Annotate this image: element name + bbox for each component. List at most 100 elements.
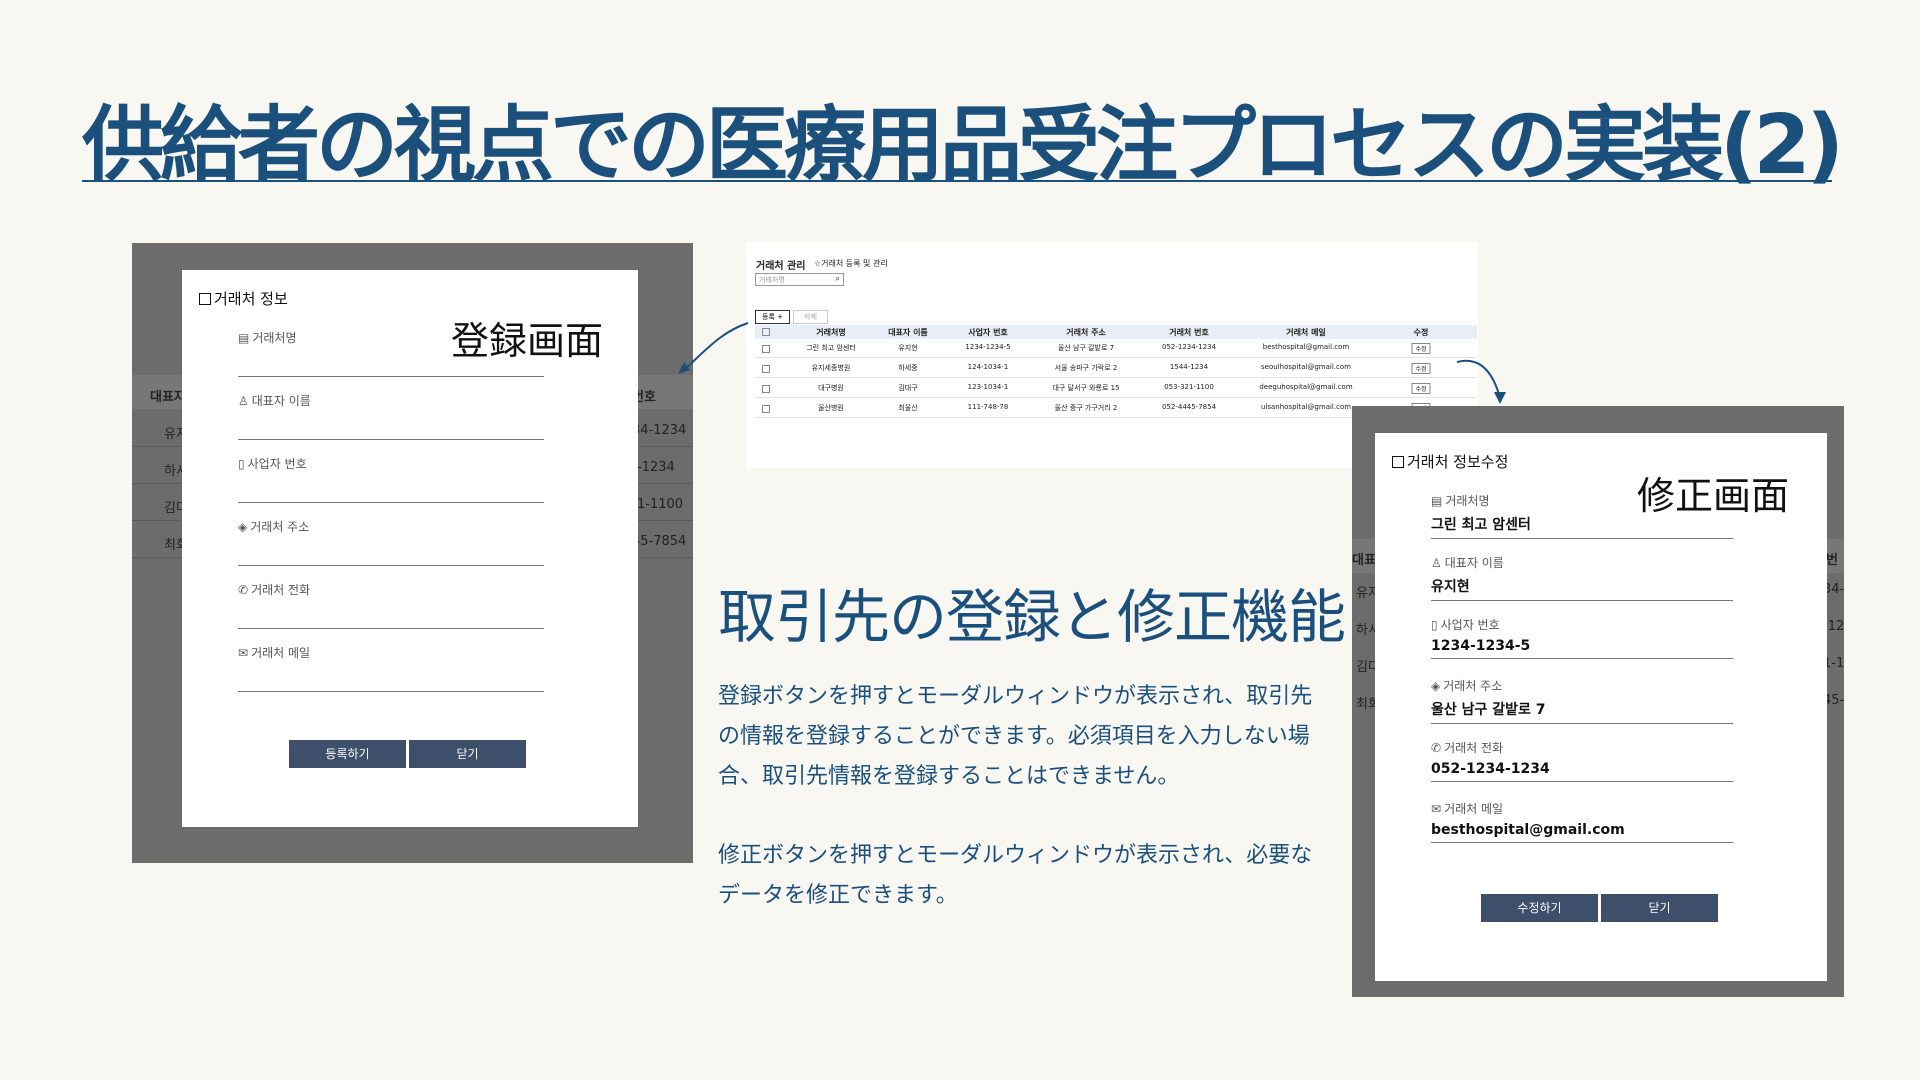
field-underline [1431, 842, 1733, 843]
field-underline [238, 691, 544, 692]
behind-row-right: 1-1100 [637, 497, 684, 512]
field-business-number[interactable]: ▯ 사업자 번호 1234-1234-5 [1431, 616, 1733, 659]
table-cell: 최울산 [898, 404, 918, 412]
register-modal-backdrop: 대표자 번호 유지 하시 김다 최회 34-1234 -1234 1-1100 … [132, 243, 693, 863]
table-cell: 울산 중구 가구거리 2 [1054, 404, 1118, 412]
map-icon: ◈ [1431, 679, 1441, 693]
square-icon [1392, 456, 1404, 468]
field-label: 거래처 메일 [251, 646, 311, 660]
field-address[interactable]: ◈ 거래처 주소 울산 남구 갈밭로 7 [1431, 677, 1733, 724]
field-underline [238, 628, 544, 629]
field-underline [1431, 658, 1733, 659]
table-cell: 그린 최고 암센터 [806, 344, 856, 352]
field-underline [1431, 781, 1733, 782]
table-cell: 서울 송파구 가락로 2 [1054, 364, 1118, 372]
row-divider [755, 357, 1477, 358]
table-cell: ulsanhospital@gmail.com [1260, 403, 1352, 411]
field-ceo-name[interactable]: ♙ 대표자 이름 [238, 392, 544, 440]
field-value: 052-1234-1234 [1431, 761, 1550, 777]
table-cell: 유지현 [898, 344, 918, 352]
field-underline [238, 439, 544, 440]
edit-modal: 거래처 정보수정 修正画面 ▤ 거래처명 그린 최고 암센터 ♙ 대표자 이름 유지… [1375, 433, 1827, 981]
field-business-number[interactable]: ▯ 사업자 번호 [238, 455, 544, 503]
building-icon: ▤ [1431, 494, 1443, 508]
mail-icon: ✉ [1431, 802, 1442, 816]
table-cell: deeguhospital@gmail.com [1259, 383, 1353, 391]
behind-header-left: 대표자 [150, 390, 186, 405]
field-label: 대표자 이름 [251, 394, 311, 408]
field-label: 거래처명 [252, 331, 297, 345]
field-value: 유지현 [1431, 579, 1470, 595]
field-label: 거래처 주소 [1443, 679, 1503, 693]
field-underline [238, 565, 544, 566]
edit-modal-title: 거래처 정보수정 [1392, 451, 1508, 472]
document-icon: ▯ [238, 457, 245, 471]
column-header: 거래처 번호 [1169, 328, 1209, 337]
field-company-name[interactable]: ▤ 거래처명 그린 최고 암센터 [1431, 492, 1733, 539]
edit-modal-title-text: 거래처 정보수정 [1407, 453, 1509, 471]
field-address[interactable]: ◈ 거래처 주소 [238, 518, 544, 566]
field-label: 거래처 주소 [250, 520, 310, 534]
table-cell: 대구병원 [818, 384, 844, 392]
field-email[interactable]: ✉ 거래처 메일 [238, 644, 544, 692]
field-value: 그린 최고 암센터 [1431, 517, 1531, 533]
table-cell: 052-4445-7854 [1161, 403, 1217, 411]
field-company-name[interactable]: ▤ 거래처명 [238, 329, 544, 377]
arrow-to-register-icon [678, 322, 749, 374]
behind-row-right: 45-7854 [632, 534, 687, 549]
field-underline [1431, 600, 1733, 601]
mail-icon: ✉ [238, 646, 249, 660]
table-cell: 052-1234-1234 [1161, 343, 1217, 351]
row-edit-button[interactable]: 수정 [1411, 343, 1431, 354]
table-cell: 유지세종병원 [811, 364, 851, 372]
field-label: 대표자 이름 [1444, 556, 1504, 570]
field-underline [238, 376, 544, 377]
phone-icon: ✆ [238, 583, 249, 597]
field-underline [1431, 723, 1733, 724]
field-label: 거래처 전화 [251, 583, 311, 597]
field-phone[interactable]: ✆ 거래처 전화 [238, 581, 544, 629]
field-phone[interactable]: ✆ 거래처 전화 052-1234-1234 [1431, 739, 1733, 782]
column-header: 대표자 이름 [888, 328, 928, 337]
register-modal-title: 거래처 정보 [199, 288, 288, 309]
row-divider [755, 377, 1477, 378]
table-cell: seoulhospital@gmail.com [1261, 363, 1351, 371]
row-divider [755, 397, 1477, 398]
row-edit-button[interactable]: 수정 [1411, 383, 1431, 394]
column-header: 사업자 번호 [968, 328, 1008, 337]
row-checkbox[interactable] [762, 405, 770, 413]
table-cell: 1544-1234 [1169, 363, 1209, 371]
close-button[interactable]: 닫기 [409, 740, 526, 768]
edit-modal-backdrop: 대표 번 유지 하시 김다 최회 34- -12 1-1 45- 거래처 정보수… [1352, 406, 1844, 997]
row-edit-button[interactable]: 수정 [1411, 363, 1431, 374]
document-icon: ▯ [1431, 618, 1438, 632]
select-all-checkbox[interactable] [762, 328, 770, 336]
table-cell: 123-1034-1 [967, 383, 1009, 391]
row-checkbox[interactable] [762, 385, 770, 393]
table-cell: 111-748-78 [967, 403, 1009, 411]
square-icon [199, 293, 211, 305]
field-value: 1234-1234-5 [1431, 638, 1531, 654]
register-button[interactable]: 등록하기 [289, 740, 406, 768]
field-ceo-name[interactable]: ♙ 대표자 이름 유지현 [1431, 554, 1733, 601]
row-checkbox[interactable] [762, 365, 770, 373]
row-checkbox[interactable] [762, 345, 770, 353]
field-label: 거래처 메일 [1444, 802, 1504, 816]
field-value: 울산 남구 갈밭로 7 [1431, 702, 1546, 718]
person-icon: ♙ [1431, 556, 1442, 570]
field-label: 거래처명 [1445, 494, 1490, 508]
behind-row-right: -1234 [637, 460, 675, 475]
field-value: besthospital@gmail.com [1431, 822, 1625, 838]
person-icon: ♙ [238, 394, 249, 408]
behind-row-right: 34-1234 [632, 423, 687, 438]
column-header: 수정 [1413, 328, 1429, 337]
table-cell: besthospital@gmail.com [1262, 343, 1350, 351]
close-button[interactable]: 닫기 [1601, 894, 1718, 922]
field-email[interactable]: ✉ 거래처 메일 besthospital@gmail.com [1431, 800, 1733, 843]
field-underline [238, 502, 544, 503]
column-header: 거래처 주소 [1066, 328, 1106, 337]
phone-icon: ✆ [1431, 741, 1442, 755]
edit-button[interactable]: 수정하기 [1481, 894, 1598, 922]
field-label: 거래처 전화 [1444, 741, 1504, 755]
description-register: 登録ボタンを押すとモーダルウィンドウが表示され、取引先の情報を登録することができ… [718, 684, 1313, 789]
